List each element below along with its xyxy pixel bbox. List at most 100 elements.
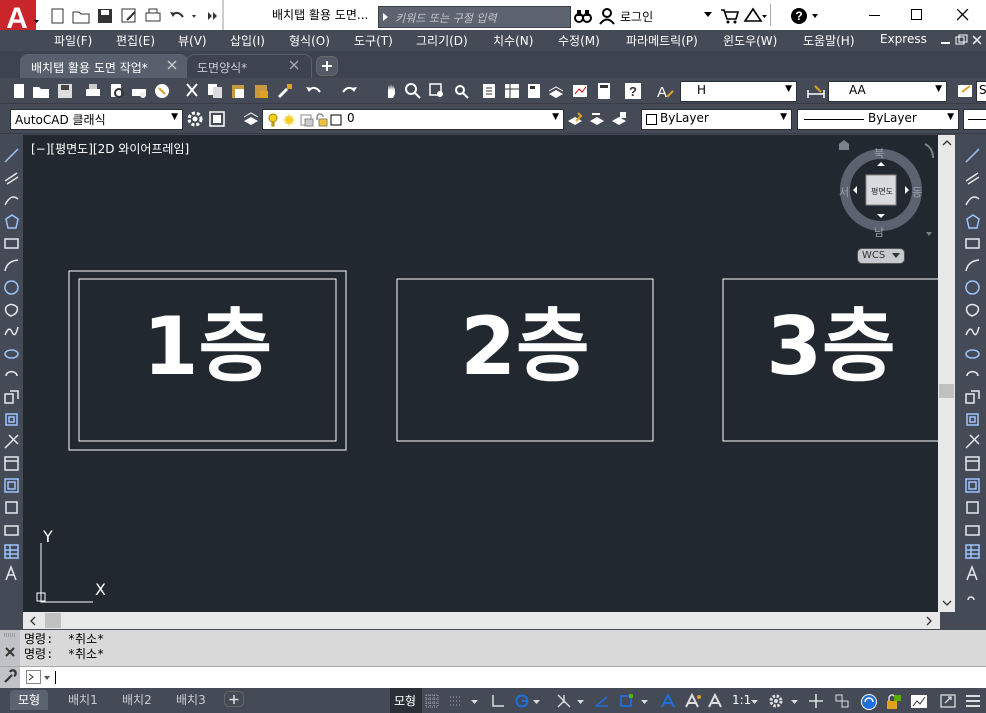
tb-paste-icon[interactable] bbox=[229, 82, 247, 100]
horizontal-scroll-thumb[interactable] bbox=[45, 613, 61, 628]
menu-file[interactable]: 파일(F) bbox=[54, 32, 92, 49]
help-icon[interactable]: ? bbox=[790, 7, 822, 25]
make-block-icon[interactable] bbox=[3, 411, 20, 428]
vertical-scroll-thumb[interactable] bbox=[939, 384, 954, 398]
fillet-icon[interactable] bbox=[964, 477, 981, 494]
close-tab-icon[interactable] bbox=[167, 60, 177, 70]
tb-publish-icon[interactable] bbox=[130, 82, 148, 100]
lock-ui-icon[interactable] bbox=[885, 693, 901, 709]
undo-icon[interactable] bbox=[167, 6, 187, 26]
join-icon[interactable] bbox=[964, 433, 981, 450]
tb-help-icon[interactable]: ? bbox=[624, 82, 642, 100]
annotation-visibility-icon[interactable] bbox=[660, 693, 676, 709]
menu-window[interactable]: 윈도우(W) bbox=[723, 32, 777, 49]
layout-tab-2[interactable]: 배치2 bbox=[114, 690, 160, 710]
insert-block-icon[interactable] bbox=[3, 389, 20, 406]
workspace-select[interactable]: AutoCAD 클래식 ▼ bbox=[10, 109, 183, 130]
tb-undo-icon[interactable] bbox=[304, 82, 322, 100]
menu-view[interactable]: 뷰(V) bbox=[178, 32, 207, 49]
lineweight-select[interactable] bbox=[963, 109, 986, 130]
command-line-input[interactable] bbox=[0, 666, 986, 688]
close-window-button[interactable] bbox=[940, 0, 986, 30]
trim-icon[interactable] bbox=[964, 345, 981, 362]
ortho-icon[interactable] bbox=[490, 693, 506, 709]
doc-tab-inactive[interactable]: 도면양식* bbox=[186, 54, 312, 78]
tb-3dprint-icon[interactable] bbox=[153, 82, 171, 100]
drawing-canvas[interactable]: [−][평면도][2D 와이어프레임] 1층 2층 3층 Y X 평면도 북 남… bbox=[23, 135, 940, 612]
auto-scale-icon[interactable] bbox=[684, 693, 701, 709]
bring-front-icon[interactable] bbox=[964, 565, 981, 582]
osnap-dropdown-icon[interactable] bbox=[640, 693, 656, 709]
save-as-icon[interactable] bbox=[119, 6, 139, 26]
move-icon[interactable] bbox=[964, 257, 981, 274]
layer-previous-icon[interactable] bbox=[588, 110, 606, 128]
scale-icon[interactable] bbox=[964, 301, 981, 318]
layer-properties-icon[interactable] bbox=[242, 110, 260, 128]
draw-order-icon[interactable] bbox=[964, 543, 981, 560]
menu-express[interactable]: Express bbox=[880, 32, 927, 46]
text-style-select[interactable]: H ▼ bbox=[680, 81, 797, 102]
menu-dimension[interactable]: 치수(N) bbox=[493, 32, 533, 49]
doc-minimize-icon[interactable] bbox=[940, 34, 984, 48]
close-tab-icon[interactable] bbox=[289, 60, 299, 70]
vertical-scrollbar[interactable] bbox=[938, 135, 955, 612]
tb-plot-icon[interactable] bbox=[84, 82, 102, 100]
text-style-icon[interactable]: A bbox=[656, 82, 674, 100]
grid-icon[interactable] bbox=[424, 693, 440, 709]
revision-cloud-icon[interactable] bbox=[3, 301, 20, 318]
tb-design-center-icon[interactable] bbox=[503, 82, 521, 100]
tb-preview-icon[interactable] bbox=[108, 82, 126, 100]
customization-menu-icon[interactable] bbox=[964, 693, 980, 709]
spline-icon[interactable] bbox=[3, 323, 20, 340]
command-window-grip[interactable] bbox=[0, 630, 20, 666]
minimize-button[interactable] bbox=[852, 0, 898, 30]
workspace-customize-icon[interactable] bbox=[208, 110, 226, 128]
copy-object-icon[interactable] bbox=[964, 169, 981, 186]
search-input[interactable]: 키워드 또는 구절 입력 bbox=[378, 6, 571, 28]
command-prompt-icon[interactable] bbox=[26, 670, 56, 686]
tb-new-icon[interactable] bbox=[10, 82, 28, 100]
tb-save-icon[interactable] bbox=[56, 82, 74, 100]
annotation-scale-value[interactable]: 1:1 bbox=[732, 693, 751, 707]
linetype-select[interactable]: ByLayer ▼ bbox=[797, 109, 959, 130]
hardware-acceleration-icon[interactable] bbox=[910, 693, 927, 709]
menu-parametric[interactable]: 파라메트릭(P) bbox=[626, 32, 698, 49]
arc-icon[interactable] bbox=[3, 257, 20, 274]
object-snap-icon[interactable] bbox=[618, 693, 634, 709]
tb-tool-palettes-icon[interactable] bbox=[525, 82, 543, 100]
break-at-point-icon[interactable] bbox=[964, 389, 981, 406]
annotation-scale-icon[interactable] bbox=[707, 693, 723, 709]
circle-icon[interactable] bbox=[3, 279, 20, 296]
doc-tab-active[interactable]: 배치탭 활용 도면 작업* bbox=[20, 54, 188, 78]
layer-state-icon[interactable] bbox=[610, 110, 628, 128]
new-tab-button[interactable] bbox=[316, 56, 338, 76]
polyline-icon[interactable] bbox=[3, 191, 20, 208]
tb-copy-icon[interactable] bbox=[206, 82, 224, 100]
customize-command-icon[interactable] bbox=[0, 667, 20, 688]
autodesk-exchange-icon[interactable] bbox=[743, 7, 767, 25]
add-selected-icon[interactable] bbox=[3, 565, 20, 582]
isodraft-dropdown-icon[interactable] bbox=[576, 693, 592, 709]
save-icon[interactable] bbox=[95, 6, 115, 26]
array-icon[interactable] bbox=[964, 235, 981, 252]
tb-pan-icon[interactable] bbox=[382, 82, 400, 100]
quick-properties-icon[interactable] bbox=[860, 693, 877, 710]
layer-select[interactable]: 0 ▼ bbox=[262, 109, 564, 130]
open-file-icon[interactable] bbox=[71, 6, 91, 26]
new-layout-button[interactable] bbox=[224, 691, 244, 707]
tb-paste-block-icon[interactable] bbox=[252, 82, 270, 100]
ellipse-arc-icon[interactable] bbox=[3, 367, 20, 384]
wcs-menu-button[interactable]: WCS bbox=[857, 248, 905, 264]
maximize-button[interactable] bbox=[894, 0, 940, 30]
tb-zoom-realtime-icon[interactable] bbox=[404, 82, 422, 100]
tb-redo-icon[interactable] bbox=[341, 82, 359, 100]
polar-tracking-icon[interactable] bbox=[514, 693, 530, 709]
tb-markup-icon[interactable] bbox=[571, 82, 589, 100]
dim-style-icon[interactable] bbox=[806, 82, 825, 100]
explode-icon[interactable] bbox=[964, 521, 981, 538]
new-file-icon[interactable] bbox=[48, 6, 68, 26]
login-dropdown-icon[interactable] bbox=[704, 12, 712, 18]
horizontal-scrollbar[interactable] bbox=[23, 612, 940, 629]
login-label[interactable]: 로그인 bbox=[620, 8, 653, 25]
table-icon[interactable] bbox=[3, 521, 20, 538]
